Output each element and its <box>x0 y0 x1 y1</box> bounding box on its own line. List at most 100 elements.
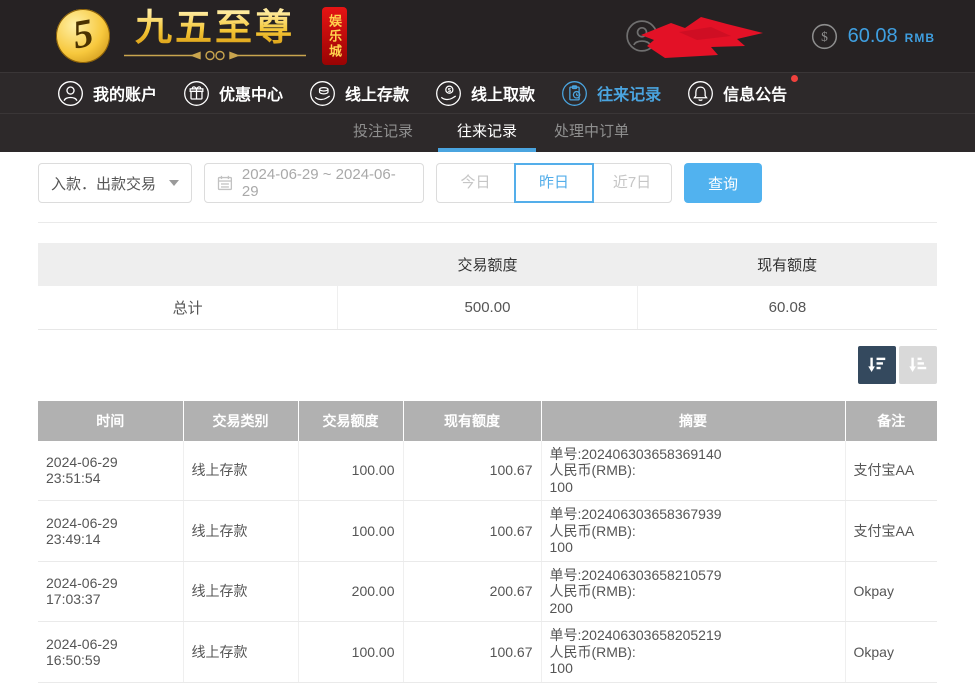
nav-item-announcements[interactable]: 信息公告 <box>687 80 787 107</box>
summary-header-empty <box>38 243 338 286</box>
amount-cell: 100.00 <box>298 622 403 683</box>
summary-table: 交易额度 现有额度 总计 500.00 60.08 <box>38 243 937 330</box>
transactions-body: 2024-06-29 23:51:54线上存款100.00100.67单号:20… <box>38 441 937 683</box>
nav-item-my-account[interactable]: 我的账户 <box>57 80 157 107</box>
transaction-type-select[interactable]: 入款．出款交易 <box>38 163 192 203</box>
col-time: 时间 <box>38 401 183 441</box>
deposit-icon <box>309 80 336 107</box>
bell-icon <box>687 80 714 107</box>
balance[interactable]: $ 60.08 RMB <box>811 23 935 50</box>
range-7days-button[interactable]: 近7日 <box>593 164 671 202</box>
nav-item-deposit[interactable]: 线上存款 <box>309 80 409 107</box>
table-row: 2024-06-29 23:51:54线上存款100.00100.67单号:20… <box>38 441 937 501</box>
balance-amount: 60.08 <box>848 25 898 48</box>
logo-flourish-icon <box>120 49 310 62</box>
balance-cell: 100.67 <box>403 501 541 562</box>
col-type: 交易类别 <box>183 401 298 441</box>
calendar-icon <box>217 175 233 191</box>
nav-item-promotions[interactable]: 优惠中心 <box>183 80 283 107</box>
records-icon <box>561 80 588 107</box>
redaction-scribble <box>639 13 765 61</box>
summary-header-amount: 交易额度 <box>338 243 638 286</box>
table-row: 2024-06-29 16:50:59线上存款100.00100.67单号:20… <box>38 622 937 683</box>
nav-label: 信息公告 <box>723 81 787 105</box>
tab-transaction-records[interactable]: 往来记录 <box>438 114 536 152</box>
amount-cell: 100.00 <box>298 501 403 562</box>
note-cell: 支付宝AA <box>845 501 937 562</box>
balance-cell: 100.67 <box>403 622 541 683</box>
date-range-value: 2024-06-29 ~ 2024-06-29 <box>242 166 411 200</box>
quick-range-group: 今日 昨日 近7日 <box>436 163 672 203</box>
sort-amount-asc-icon <box>907 354 929 376</box>
dollar-icon: $ <box>811 23 838 50</box>
gift-icon <box>183 80 210 107</box>
logo-coin-icon: 5 <box>56 9 110 63</box>
main-nav: 我的账户 优惠中心 线上存款 <box>0 72 975 113</box>
balance-cell: 100.67 <box>403 441 541 501</box>
type-cell: 线上存款 <box>183 622 298 683</box>
balance-cell: 200.67 <box>403 561 541 622</box>
app-header: 5 九五至尊 娱乐城 <box>0 0 975 72</box>
date-range-input[interactable]: 2024-06-29 ~ 2024-06-29 <box>204 163 424 203</box>
table-header-row: 时间 交易类别 交易额度 现有额度 摘要 备注 <box>38 401 937 441</box>
logo[interactable]: 5 九五至尊 娱乐城 <box>56 7 347 65</box>
withdraw-icon: $ <box>435 80 462 107</box>
note-cell: 支付宝AA <box>845 441 937 501</box>
nav-label: 线上存款 <box>345 81 409 105</box>
range-yesterday-button[interactable]: 昨日 <box>515 164 593 202</box>
table-row: 2024-06-29 17:03:37线上存款200.00200.67单号:20… <box>38 561 937 622</box>
col-balance: 现有额度 <box>403 401 541 441</box>
transaction-type-value: 入款．出款交易 <box>51 173 156 194</box>
tab-pending-orders[interactable]: 处理中订单 <box>542 114 641 152</box>
time-cell: 2024-06-29 23:51:54 <box>38 441 183 501</box>
summary-header-balance: 现有额度 <box>637 243 937 286</box>
query-button[interactable]: 查询 <box>684 163 762 203</box>
time-cell: 2024-06-29 16:50:59 <box>38 622 183 683</box>
col-amount: 交易额度 <box>298 401 403 441</box>
amount-cell: 200.00 <box>298 561 403 622</box>
logo-monogram: 5 <box>70 13 97 56</box>
content: 入款．出款交易 2024-06-29 ~ 2024-06-29 今日 昨日 <box>0 163 975 683</box>
amount-cell: 100.00 <box>298 441 403 501</box>
summary-total-row: 总计 500.00 60.08 <box>38 286 937 329</box>
nav-item-withdraw[interactable]: $ 线上取款 <box>435 80 535 107</box>
type-cell: 线上存款 <box>183 441 298 501</box>
caret-down-icon <box>169 180 179 186</box>
summary-total-amount: 500.00 <box>338 286 638 329</box>
summary-total-balance: 60.08 <box>637 286 937 329</box>
balance-currency: RMB <box>905 27 935 45</box>
sort-amount-desc-icon <box>866 354 888 376</box>
sub-tabs: 投注记录 往来记录 处理中订单 <box>0 113 975 152</box>
notification-dot <box>791 75 798 82</box>
time-cell: 2024-06-29 17:03:37 <box>38 561 183 622</box>
note-cell: Okpay <box>845 561 937 622</box>
type-cell: 线上存款 <box>183 501 298 562</box>
nav-label: 往来记录 <box>597 81 661 105</box>
summary-cell: 单号:202406303658210579人民币(RMB):200 <box>541 561 845 622</box>
range-today-button[interactable]: 今日 <box>437 164 515 202</box>
user-account[interactable] <box>625 10 765 62</box>
user-icon <box>57 80 84 107</box>
sort-controls <box>38 346 937 384</box>
divider <box>38 222 937 223</box>
time-cell: 2024-06-29 23:49:14 <box>38 501 183 562</box>
table-row: 2024-06-29 23:49:14线上存款100.00100.67单号:20… <box>38 501 937 562</box>
col-note: 备注 <box>845 401 937 441</box>
tab-betting-records[interactable]: 投注记录 <box>334 114 432 152</box>
nav-label: 优惠中心 <box>219 81 283 105</box>
filter-bar: 入款．出款交易 2024-06-29 ~ 2024-06-29 今日 昨日 <box>38 163 937 203</box>
sort-amount-desc-button[interactable] <box>858 346 896 384</box>
sort-amount-asc-button[interactable] <box>899 346 937 384</box>
type-cell: 线上存款 <box>183 561 298 622</box>
nav-label: 线上取款 <box>471 81 535 105</box>
nav-item-transactions[interactable]: 往来记录 <box>561 80 661 107</box>
summary-cell: 单号:202406303658369140人民币(RMB):100 <box>541 441 845 501</box>
nav-label: 我的账户 <box>93 81 157 105</box>
logo-badge: 娱乐城 <box>322 7 347 65</box>
svg-text:$: $ <box>821 29 828 44</box>
logo-title: 九五至尊 <box>135 7 295 50</box>
summary-cell: 单号:202406303658205219人民币(RMB):100 <box>541 622 845 683</box>
summary-cell: 单号:202406303658367939人民币(RMB):100 <box>541 501 845 562</box>
note-cell: Okpay <box>845 622 937 683</box>
summary-header-row: 交易额度 现有额度 <box>38 243 937 286</box>
